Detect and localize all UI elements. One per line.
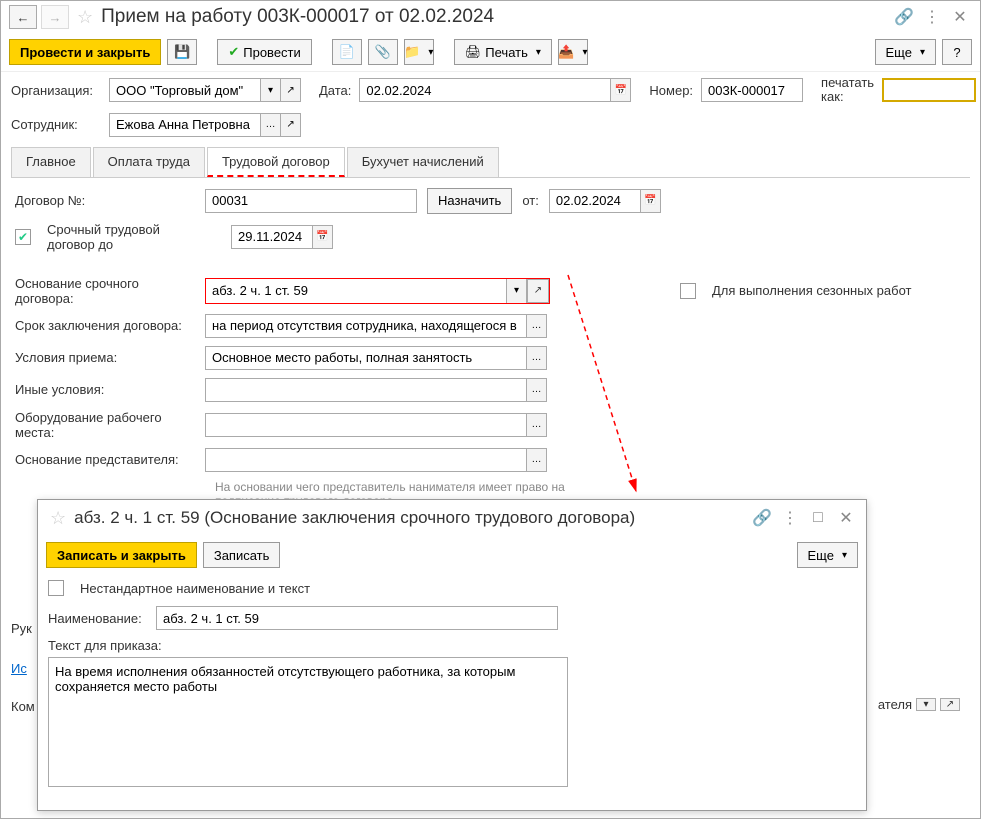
from-date-input[interactable]: [550, 190, 640, 212]
folder-dropdown-button[interactable]: 📁: [404, 39, 434, 65]
fixed-term-checkbox[interactable]: ✔: [15, 229, 31, 245]
org-input[interactable]: [110, 79, 260, 101]
export-dropdown-button[interactable]: 📤: [558, 39, 588, 65]
document-icon-button[interactable]: 📄: [332, 39, 362, 65]
date-label: Дата:: [319, 83, 351, 98]
attach-icon-button[interactable]: 📎: [368, 39, 398, 65]
tab-contract[interactable]: Трудовой договор: [207, 147, 345, 177]
order-text-label: Текст для приказа:: [48, 638, 856, 653]
contract-num-label: Договор №:: [15, 193, 195, 208]
equipment-label: Оборудование рабочего места:: [15, 410, 195, 440]
popup-kebab-icon[interactable]: ⋮: [778, 506, 802, 530]
tab-main[interactable]: Главное: [11, 147, 91, 177]
seasonal-label: Для выполнения сезонных работ: [712, 283, 911, 298]
nonstandard-checkbox[interactable]: [48, 580, 64, 596]
save-icon-button[interactable]: 💾: [167, 39, 197, 65]
conditions-label: Условия приема:: [15, 350, 195, 365]
fixed-term-label: Срочный трудовой договор до: [47, 222, 207, 252]
bg-link-isp[interactable]: Ис: [11, 661, 27, 676]
window-title: Прием на работу 003К-000017 от 02.02.202…: [101, 6, 888, 28]
equipment-dots-btn[interactable]: …: [526, 414, 546, 436]
popup-save-button[interactable]: Записать: [203, 542, 281, 568]
name-label: Наименование:: [48, 611, 146, 626]
employee-open-btn[interactable]: ↗: [280, 114, 300, 136]
org-dropdown-btn[interactable]: ▾: [260, 79, 280, 101]
post-button[interactable]: ✔Провести: [217, 39, 311, 65]
employee-label: Сотрудник:: [11, 117, 101, 132]
order-text-textarea[interactable]: [48, 657, 568, 787]
equipment-input[interactable]: [206, 414, 526, 436]
bg-text-ruk: Рук: [11, 621, 32, 636]
employee-input[interactable]: [110, 114, 260, 136]
date-calendar-btn[interactable]: 📅: [610, 79, 630, 101]
favorite-star-icon[interactable]: ☆: [77, 7, 93, 28]
rep-basis-input[interactable]: [206, 449, 526, 471]
term-label: Срок заключения договора:: [15, 318, 195, 333]
number-input[interactable]: [702, 79, 802, 101]
bg-text-ateля: ателя: [878, 697, 912, 712]
other-input[interactable]: [206, 379, 526, 401]
popup-title: абз. 2 ч. 1 ст. 59 (Основание заключения…: [74, 508, 746, 528]
name-input[interactable]: [157, 607, 557, 629]
org-label: Организация:: [11, 83, 101, 98]
basis-dropdown-btn[interactable]: ▾: [506, 279, 526, 303]
tab-accounting[interactable]: Бухучет начислений: [347, 147, 499, 177]
popup-maximize-icon[interactable]: □: [806, 506, 830, 530]
close-icon[interactable]: ✕: [948, 5, 972, 29]
link-icon[interactable]: 🔗: [892, 5, 916, 29]
fixed-term-cal-btn[interactable]: 📅: [312, 226, 332, 248]
nonstandard-label: Нестандартное наименование и текст: [80, 581, 310, 596]
popup-save-close-button[interactable]: Записать и закрыть: [46, 542, 197, 568]
bg-open-btn[interactable]: ↗: [940, 698, 960, 711]
fixed-term-date-input[interactable]: [232, 226, 312, 248]
basis-label: Основание срочного договора:: [15, 276, 195, 306]
basis-open-btn[interactable]: ↗: [527, 279, 549, 303]
basis-input[interactable]: [206, 279, 506, 303]
term-input[interactable]: [206, 315, 526, 337]
org-open-btn[interactable]: ↗: [280, 79, 300, 101]
term-dots-btn[interactable]: …: [526, 315, 546, 337]
number-label: Номер:: [649, 83, 693, 98]
popup-close-icon[interactable]: ✕: [834, 506, 858, 530]
assign-button[interactable]: Назначить: [427, 188, 512, 214]
from-date-cal-btn[interactable]: 📅: [640, 190, 660, 212]
popup-favorite-icon[interactable]: ☆: [50, 508, 66, 529]
popup-more-button[interactable]: Еще: [797, 542, 858, 568]
kebab-menu-icon[interactable]: ⋮: [920, 5, 944, 29]
employee-dots-btn[interactable]: …: [260, 114, 280, 136]
help-button[interactable]: ?: [942, 39, 972, 65]
other-label: Иные условия:: [15, 382, 195, 397]
rep-basis-dots-btn[interactable]: …: [526, 449, 546, 471]
bg-text-kom: Ком: [11, 699, 35, 714]
more-button[interactable]: Еще: [875, 39, 936, 65]
other-dots-btn[interactable]: …: [526, 379, 546, 401]
conditions-dots-btn[interactable]: …: [526, 347, 546, 369]
contract-num-input[interactable]: [206, 190, 416, 212]
popup-link-icon[interactable]: 🔗: [750, 506, 774, 530]
tab-pay[interactable]: Оплата труда: [93, 147, 205, 177]
rep-basis-label: Основание представителя:: [15, 452, 195, 467]
seasonal-checkbox[interactable]: [680, 283, 696, 299]
post-and-close-button[interactable]: Провести и закрыть: [9, 39, 161, 65]
conditions-input[interactable]: [206, 347, 526, 369]
print-dropdown-button[interactable]: 🖨 Печать: [454, 39, 552, 65]
nav-back-button[interactable]: ←: [9, 5, 37, 29]
print-as-input[interactable]: [884, 80, 974, 100]
nav-forward-button[interactable]: →: [41, 5, 69, 29]
from-label: от:: [522, 193, 539, 208]
date-input[interactable]: [360, 79, 610, 101]
bg-dropdown-btn[interactable]: ▾: [916, 698, 936, 711]
print-as-label: печатать как:: [821, 76, 874, 105]
